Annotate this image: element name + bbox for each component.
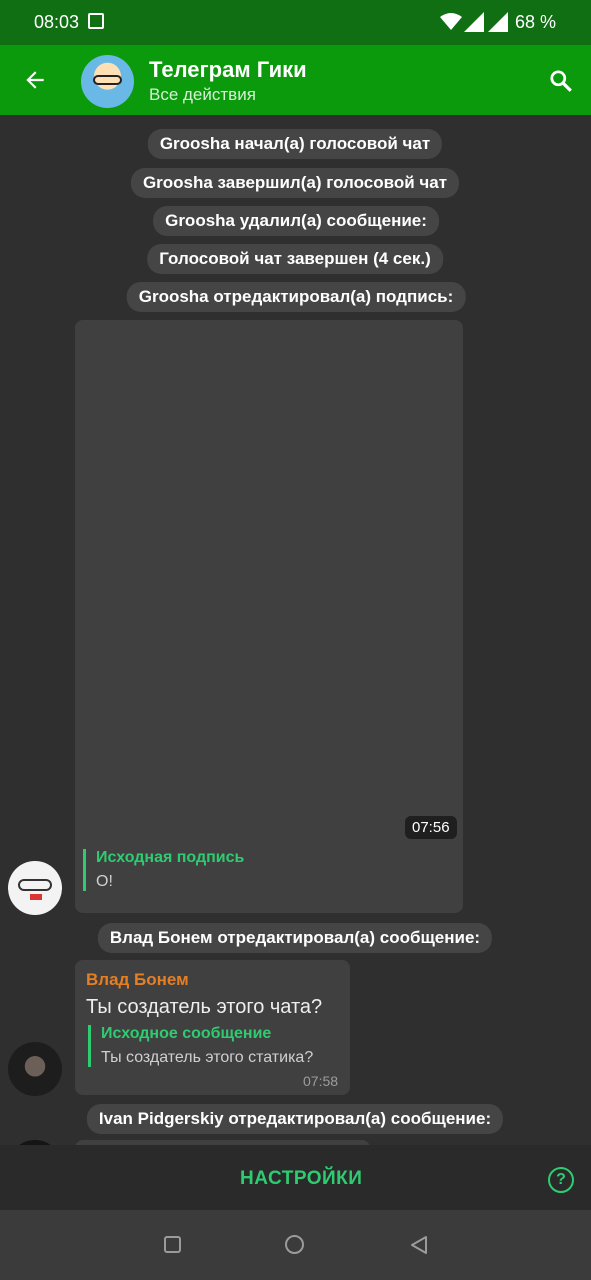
back-arrow-icon[interactable]	[22, 67, 48, 93]
event-pill: Groosha начал(а) голосовой чат	[147, 129, 443, 159]
battery-level: 68 %	[515, 12, 557, 32]
signal-icon-2	[488, 12, 508, 32]
search-icon[interactable]	[548, 68, 574, 94]
wifi-icon	[440, 13, 462, 30]
bottom-bar: НАСТРОЙКИ ?	[0, 1145, 591, 1210]
event-pill: Groosha отредактировал(а) подпись:	[126, 282, 466, 312]
quote-title: Исходная подпись	[96, 849, 245, 866]
avatar-bow	[30, 894, 42, 900]
chat-avatar[interactable]	[81, 55, 134, 108]
home-button[interactable]	[285, 1235, 304, 1254]
chat-subtitle: Все действия	[149, 85, 256, 104]
recents-button[interactable]	[164, 1236, 181, 1253]
status-bar: 08:03 68 %	[0, 0, 591, 45]
original-message-quote: Исходное сообщение Ты создатель этого ст…	[88, 1025, 313, 1067]
sender-name[interactable]: Влад Бонем	[86, 970, 189, 990]
help-icon[interactable]: ?	[548, 1167, 574, 1193]
event-pill: Groosha завершил(а) голосовой чат	[130, 168, 460, 198]
quote-text: Ты создатель этого статика?	[101, 1049, 314, 1066]
quote-text: О!	[96, 873, 113, 890]
message-text: Ты создатель этого чата?	[86, 996, 323, 1018]
event-pill: Влад Бонем отредактировал(а) сообщение:	[97, 923, 493, 953]
message-time: 07:58	[303, 1073, 339, 1089]
signal-icon	[464, 12, 484, 32]
event-pill: Groosha удалил(а) сообщение:	[153, 206, 439, 236]
message-time: 07:56	[405, 816, 457, 839]
status-time: 08:03	[34, 12, 80, 32]
avatar-glasses	[93, 75, 122, 85]
event-log[interactable]: Groosha начал(а) голосовой чат Groosha з…	[0, 115, 591, 1145]
quote-title: Исходное сообщение	[101, 1025, 272, 1042]
nav-back-icon[interactable]	[409, 1235, 429, 1255]
system-nav-bar	[0, 1210, 591, 1280]
settings-button[interactable]: НАСТРОЙКИ	[240, 1168, 362, 1190]
app-bar: Телеграм Гики Все действия	[0, 45, 591, 115]
chat-title[interactable]: Телеграм Гики	[149, 57, 307, 83]
avatar-glasses	[18, 879, 52, 891]
event-pill: Голосовой чат завершен (4 сек.)	[147, 244, 443, 274]
avatar[interactable]	[8, 861, 62, 915]
avatar[interactable]	[8, 1042, 62, 1096]
event-pill: Ivan Pidgerskiy отредактировал(а) сообще…	[86, 1104, 504, 1134]
image-notification-icon	[88, 13, 104, 29]
original-caption-quote: Исходная подпись О!	[83, 849, 244, 891]
